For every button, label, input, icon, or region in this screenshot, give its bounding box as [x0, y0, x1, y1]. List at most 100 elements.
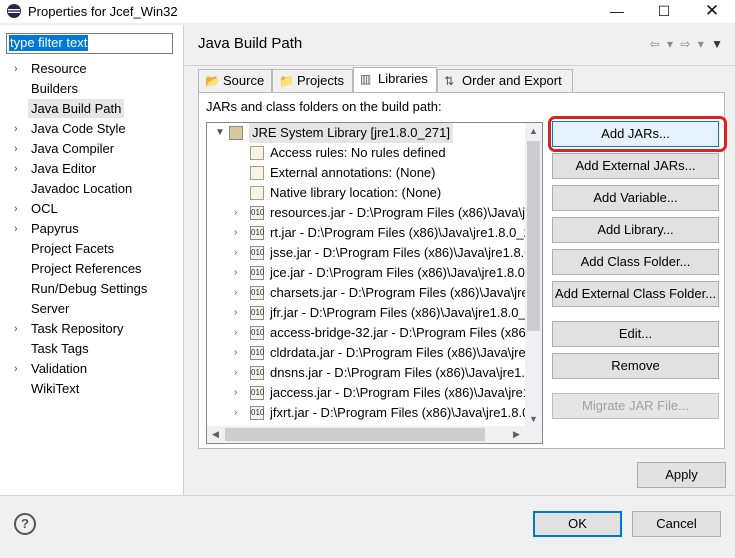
jar-icon: 010: [250, 306, 264, 320]
expand-chevron-icon[interactable]: ›: [14, 219, 18, 239]
jre-library-row[interactable]: ▼ JRE System Library [jre1.8.0_271]: [207, 123, 542, 143]
jar-row[interactable]: › 010 access-bridge-32.jar - D:\Program Fi…: [207, 323, 542, 343]
expand-chevron-icon[interactable]: ›: [234, 203, 237, 223]
expand-chevron-icon[interactable]: ›: [14, 359, 18, 379]
row-label: jce.jar - D:\Program Files (x86)\Java\jr…: [270, 265, 543, 280]
expand-chevron-icon[interactable]: ›: [14, 159, 18, 179]
scroll-left-icon[interactable]: ◀: [207, 426, 224, 443]
tree-item[interactable]: › Papyrus: [0, 219, 183, 239]
add-variable-button[interactable]: Add Variable...: [552, 185, 719, 211]
expand-chevron-icon[interactable]: ›: [234, 303, 237, 323]
row-label: rt.jar - D:\Program Files (x86)\Java\jre…: [270, 225, 543, 240]
ok-button[interactable]: OK: [533, 511, 622, 537]
expand-chevron-icon[interactable]: ›: [234, 363, 237, 383]
scroll-up-icon[interactable]: ▲: [525, 123, 542, 140]
tab-libraries[interactable]: ▥ Libraries: [353, 67, 437, 92]
libraries-tree[interactable]: ▼ JRE System Library [jre1.8.0_271] Access…: [206, 122, 543, 444]
jar-row[interactable]: › 010 jsse.jar - D:\Program Files (x86)\Ja…: [207, 243, 542, 263]
tree-item-label: Run/Debug Settings: [31, 281, 148, 296]
horizontal-scroll-thumb[interactable]: [225, 428, 485, 441]
maximize-button[interactable]: ☐: [641, 0, 687, 24]
tree-item[interactable]: Task Tags: [0, 339, 183, 359]
tree-item[interactable]: › Java Editor: [0, 159, 183, 179]
tree-item[interactable]: Project References: [0, 259, 183, 279]
jar-row[interactable]: › 010 jfr.jar - D:\Program Files (x86)\Jav…: [207, 303, 542, 323]
remove-button[interactable]: Remove: [552, 353, 719, 379]
vertical-scrollbar[interactable]: ▲ ▼: [525, 123, 542, 428]
tree-item-label: Server: [31, 301, 70, 316]
library-icon: [229, 126, 243, 140]
horizontal-scrollbar[interactable]: ◀ ▶: [207, 426, 542, 443]
library-attribute-row[interactable]: Native library location: (None): [207, 183, 542, 203]
jar-row[interactable]: › 010 dnsns.jar - D:\Program Files (x86)\J…: [207, 363, 542, 383]
tree-item[interactable]: Project Facets: [0, 239, 183, 259]
expand-chevron-icon[interactable]: ›: [14, 119, 18, 139]
view-menu-icon[interactable]: ▼: [711, 37, 725, 51]
jar-row[interactable]: › 010 rt.jar - D:\Program Files (x86)\Java…: [207, 223, 542, 243]
add-class-folder-button[interactable]: Add Class Folder...: [552, 249, 719, 275]
expand-chevron-icon[interactable]: ›: [234, 343, 237, 363]
jar-row[interactable]: › 010 jfxrt.jar - D:\Program Files (x86)\J…: [207, 403, 542, 423]
expand-chevron-icon[interactable]: ›: [14, 319, 18, 339]
tree-item[interactable]: Builders: [0, 79, 183, 99]
expand-chevron-icon[interactable]: ▼: [215, 123, 225, 143]
jar-icon: 010: [250, 326, 264, 340]
migrate-jar-file-button[interactable]: Migrate JAR File...: [552, 393, 719, 419]
tab-projects[interactable]: 📁 Projects: [272, 69, 353, 92]
jar-icon: 010: [250, 286, 264, 300]
close-button[interactable]: ✕: [689, 0, 735, 24]
row-label: JRE System Library [jre1.8.0_271]: [249, 123, 453, 143]
back-arrow-icon[interactable]: ⇦ ▾: [650, 37, 675, 51]
minimize-button[interactable]: —: [594, 0, 640, 24]
forward-arrow-icon[interactable]: ⇨ ▾: [680, 37, 705, 51]
jar-row[interactable]: › 010 cldrdata.jar - D:\Program Files (x86…: [207, 343, 542, 363]
expand-chevron-icon[interactable]: ›: [14, 199, 18, 219]
row-label: jfxrt.jar - D:\Program Files (x86)\Java\…: [270, 405, 542, 420]
tree-item[interactable]: › OCL: [0, 199, 183, 219]
tree-item[interactable]: › Java Compiler: [0, 139, 183, 159]
scroll-right-icon[interactable]: ▶: [508, 426, 525, 443]
expand-chevron-icon[interactable]: ›: [234, 403, 237, 423]
add-jars-button[interactable]: Add JARs...: [552, 121, 719, 147]
expand-chevron-icon[interactable]: ›: [234, 223, 237, 243]
scroll-corner: [525, 426, 542, 443]
cancel-button[interactable]: Cancel: [632, 511, 721, 537]
expand-chevron-icon[interactable]: ›: [234, 263, 237, 283]
libraries-icon: ▥: [360, 72, 372, 86]
expand-chevron-icon[interactable]: ›: [234, 323, 237, 343]
jar-row[interactable]: › 010 jaccess.jar - D:\Program Files (x86)…: [207, 383, 542, 403]
tree-item[interactable]: Server: [0, 299, 183, 319]
apply-button[interactable]: Apply: [637, 462, 726, 488]
help-icon[interactable]: ?: [14, 513, 36, 535]
tab-source[interactable]: 📂 Source: [198, 69, 272, 92]
row-label: resources.jar - D:\Program Files (x86)\J…: [270, 205, 542, 220]
jar-row[interactable]: › 010 resources.jar - D:\Program Files (x8…: [207, 203, 542, 223]
library-attribute-row[interactable]: External annotations: (None): [207, 163, 542, 183]
title-bar: Properties for Jcef_Win32 — ☐ ✕: [0, 0, 735, 24]
expand-chevron-icon[interactable]: ›: [234, 243, 237, 263]
expand-chevron-icon[interactable]: ›: [14, 139, 18, 159]
vertical-scroll-thumb[interactable]: [527, 141, 540, 331]
add-external-jars-button[interactable]: Add External JARs...: [552, 153, 719, 179]
add-external-class-folder-button[interactable]: Add External Class Folder...: [552, 281, 719, 307]
tree-item[interactable]: › Java Code Style: [0, 119, 183, 139]
tab-order-and-export[interactable]: ⇅ Order and Export: [437, 69, 573, 92]
filter-input[interactable]: type filter text: [6, 33, 173, 54]
row-label: dnsns.jar - D:\Program Files (x86)\Java\…: [270, 365, 542, 380]
tree-item-label: Resource: [31, 61, 87, 76]
tree-item[interactable]: Run/Debug Settings: [0, 279, 183, 299]
jar-row[interactable]: › 010 charsets.jar - D:\Program Files (x86…: [207, 283, 542, 303]
expand-chevron-icon[interactable]: ›: [234, 383, 237, 403]
tree-item[interactable]: Javadoc Location: [0, 179, 183, 199]
expand-chevron-icon[interactable]: ›: [14, 59, 18, 79]
tree-item[interactable]: › Resource: [0, 59, 183, 79]
tree-item[interactable]: Java Build Path: [0, 99, 183, 119]
tree-item[interactable]: › Validation: [0, 359, 183, 379]
tree-item[interactable]: WikiText: [0, 379, 183, 399]
jar-row[interactable]: › 010 jce.jar - D:\Program Files (x86)\Jav…: [207, 263, 542, 283]
tree-item[interactable]: › Task Repository: [0, 319, 183, 339]
edit-button[interactable]: Edit...: [552, 321, 719, 347]
library-attribute-row[interactable]: Access rules: No rules defined: [207, 143, 542, 163]
expand-chevron-icon[interactable]: ›: [234, 283, 237, 303]
add-library-button[interactable]: Add Library...: [552, 217, 719, 243]
